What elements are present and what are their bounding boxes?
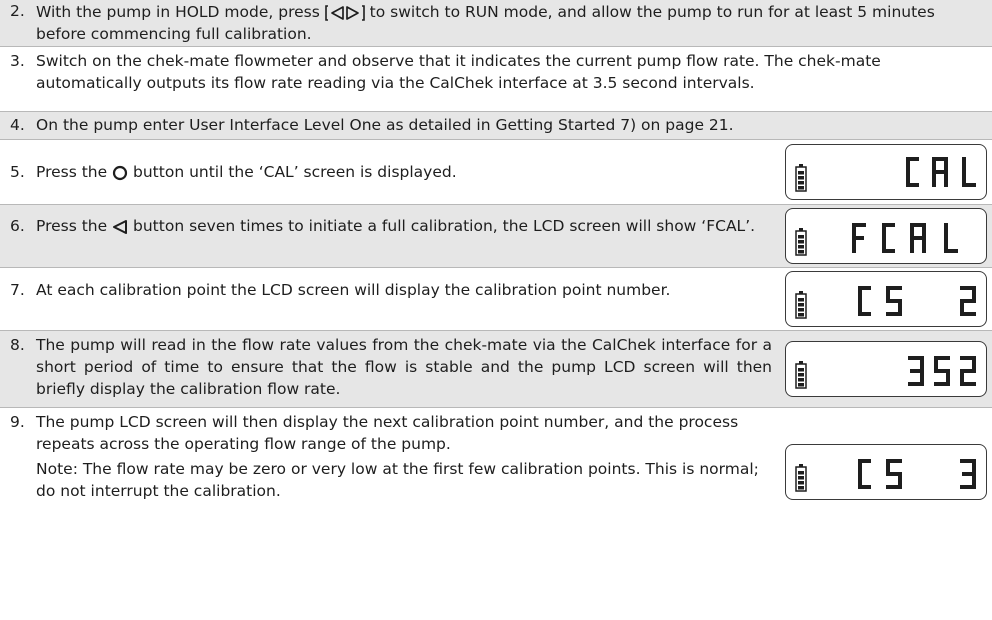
step-text-part: Press the xyxy=(36,163,113,181)
battery-icon xyxy=(795,164,807,192)
lcd-screen-cal xyxy=(785,144,987,200)
lcd-screen-cs2 xyxy=(785,271,987,327)
step-text-part: With the pump in HOLD mode, press xyxy=(36,3,325,21)
lcd-digits xyxy=(908,356,976,386)
step-text-part: button seven times to initiate a full ca… xyxy=(128,217,756,235)
step-text-part: Press the xyxy=(36,217,113,235)
step-text-part: button until the ‘CAL’ screen is display… xyxy=(128,163,457,181)
lcd-digits xyxy=(906,157,976,187)
step-text: With the pump in HOLD mode, press to swi… xyxy=(36,1,986,45)
step-9-row: 9. The pump LCD screen will then display… xyxy=(0,408,992,620)
step-number: 2. xyxy=(10,2,25,20)
step-text: The pump will read in the flow rate valu… xyxy=(36,336,772,398)
step-number: 4. xyxy=(10,116,25,134)
step-number: 8. xyxy=(10,336,25,354)
step-number: 7. xyxy=(10,281,25,299)
step-7-row: 7. At each calibration point the LCD scr… xyxy=(0,268,992,330)
step-text: The pump LCD screen will then display th… xyxy=(36,413,739,453)
step-text: On the pump enter User Interface Level O… xyxy=(36,116,734,134)
lcd-screen-352 xyxy=(785,341,987,397)
step-number: 6. xyxy=(10,217,25,235)
step-5-row: 5. Press the button until the ‘CAL’ scre… xyxy=(0,140,992,204)
left-arrow-button-icon xyxy=(113,219,128,234)
lcd-screen-fcal xyxy=(785,208,987,264)
step-2-row: 2. With the pump in HOLD mode, press to … xyxy=(0,0,992,46)
step-number: 3. xyxy=(10,52,25,70)
left-right-button-icon xyxy=(324,4,365,21)
battery-icon xyxy=(795,228,807,256)
step-6-row: 6. Press the button seven times to initi… xyxy=(0,205,992,267)
lcd-digits xyxy=(858,286,976,316)
lcd-screen-cs3 xyxy=(785,444,987,500)
battery-icon xyxy=(795,291,807,319)
circle-button-icon xyxy=(112,165,128,180)
battery-icon xyxy=(795,361,807,389)
step-number: 5. xyxy=(10,163,25,181)
step-text: At each calibration point the LCD screen… xyxy=(36,281,671,299)
lcd-digits xyxy=(858,459,976,489)
step-text: Switch on the chek-mate flowmeter and ob… xyxy=(36,52,881,92)
step-text: Press the button seven times to initiate… xyxy=(36,215,772,237)
step-3-row: 3. Switch on the chek-mate flowmeter and… xyxy=(0,47,992,111)
step-4-row: 4. On the pump enter User Interface Leve… xyxy=(0,112,992,139)
step-number: 9. xyxy=(10,413,25,431)
battery-icon xyxy=(795,464,807,492)
step-text: Press the button until the ‘CAL’ screen … xyxy=(36,161,756,183)
lcd-digits xyxy=(852,223,958,253)
step-note: Note: The flow rate may be zero or very … xyxy=(36,460,759,500)
step-8-row: 8. The pump will read in the flow rate v… xyxy=(0,331,992,407)
